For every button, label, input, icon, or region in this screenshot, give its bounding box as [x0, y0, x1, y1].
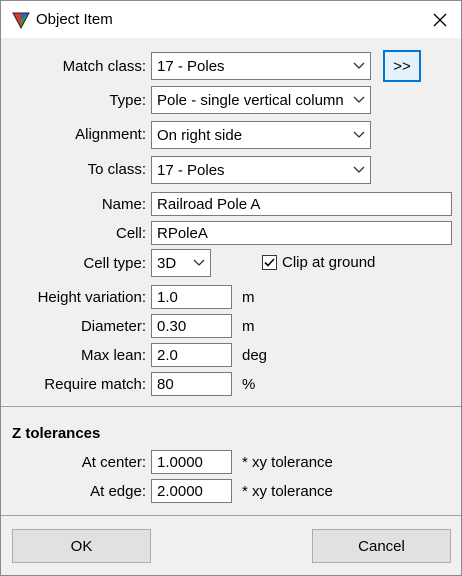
cancel-button-label: Cancel [358, 537, 405, 555]
type-label: Type: [109, 92, 146, 109]
at-center-field[interactable]: 1.0000 [151, 450, 232, 474]
height-variation-value: 1.0 [157, 289, 178, 306]
height-variation-unit: m [242, 289, 255, 306]
height-variation-label: Height variation: [37, 289, 146, 306]
match-class-combo[interactable]: 17 - Poles [151, 52, 371, 80]
name-value: Railroad Pole A [157, 196, 261, 213]
alignment-combo[interactable]: On right side [151, 121, 371, 149]
name-label: Name: [101, 196, 146, 213]
to-class-combo[interactable]: 17 - Poles [151, 156, 371, 184]
type-value: Pole - single vertical column [157, 92, 344, 109]
alignment-label: Alignment: [75, 126, 146, 143]
max-lean-unit: deg [242, 347, 268, 364]
require-match-value: 80 [157, 376, 174, 393]
height-variation-field[interactable]: 1.0 [151, 285, 232, 309]
require-match-label: Require match: [44, 376, 146, 393]
cell-field[interactable]: RPoleA [151, 221, 452, 245]
to-class-label: To class: [87, 161, 146, 178]
match-class-label: Match class: [62, 58, 146, 75]
object-item-dialog: Object Item Match class: 17 - Poles >> T… [0, 0, 462, 576]
chevron-down-icon[interactable] [348, 87, 370, 113]
title-bar[interactable]: Object Item [1, 1, 461, 38]
at-edge-field[interactable]: 2.0000 [151, 479, 232, 503]
chevron-down-icon[interactable] [348, 122, 370, 148]
ok-button-label: OK [70, 537, 93, 555]
window-title: Object Item [36, 11, 113, 28]
diameter-label: Diameter: [80, 318, 146, 335]
require-match-unit: % [242, 376, 256, 393]
max-lean-label: Max lean: [80, 347, 146, 364]
diameter-unit: m [242, 318, 255, 335]
app-icon [12, 11, 30, 30]
diameter-value: 0.30 [157, 318, 187, 335]
at-center-label: At center: [81, 454, 146, 471]
chevron-down-icon[interactable] [348, 157, 370, 183]
close-icon[interactable] [426, 6, 454, 34]
name-field[interactable]: Railroad Pole A [151, 192, 452, 216]
clip-at-ground-label[interactable]: Clip at ground [282, 254, 375, 271]
ok-button[interactable]: OK [12, 529, 151, 563]
at-edge-label: At edge: [90, 483, 146, 500]
cell-type-combo[interactable]: 3D [151, 249, 211, 277]
check-icon [264, 258, 275, 267]
max-lean-value: 2.0 [157, 347, 178, 364]
chevron-down-icon[interactable] [188, 250, 210, 276]
to-class-value: 17 - Poles [157, 162, 225, 179]
match-class-value: 17 - Poles [157, 58, 225, 75]
at-center-value: 1.0000 [157, 454, 203, 471]
more-button[interactable]: >> [383, 50, 421, 82]
type-combo[interactable]: Pole - single vertical column [151, 86, 371, 114]
divider [1, 515, 461, 516]
at-edge-value: 2.0000 [157, 483, 203, 500]
cell-type-label: Cell type: [83, 255, 146, 272]
alignment-value: On right side [157, 127, 243, 144]
z-tolerances-title: Z tolerances [12, 425, 101, 442]
at-edge-unit: * xy tolerance [242, 483, 333, 500]
max-lean-field[interactable]: 2.0 [151, 343, 232, 367]
cancel-button[interactable]: Cancel [312, 529, 451, 563]
cell-value: RPoleA [157, 225, 208, 242]
chevron-down-icon[interactable] [348, 53, 370, 79]
require-match-field[interactable]: 80 [151, 372, 232, 396]
at-center-unit: * xy tolerance [242, 454, 333, 471]
divider [1, 406, 461, 407]
more-button-label: >> [393, 57, 411, 75]
cell-type-value: 3D [157, 255, 177, 272]
clip-at-ground-checkbox[interactable] [262, 255, 277, 270]
cell-label: Cell: [115, 225, 146, 242]
diameter-field[interactable]: 0.30 [151, 314, 232, 338]
